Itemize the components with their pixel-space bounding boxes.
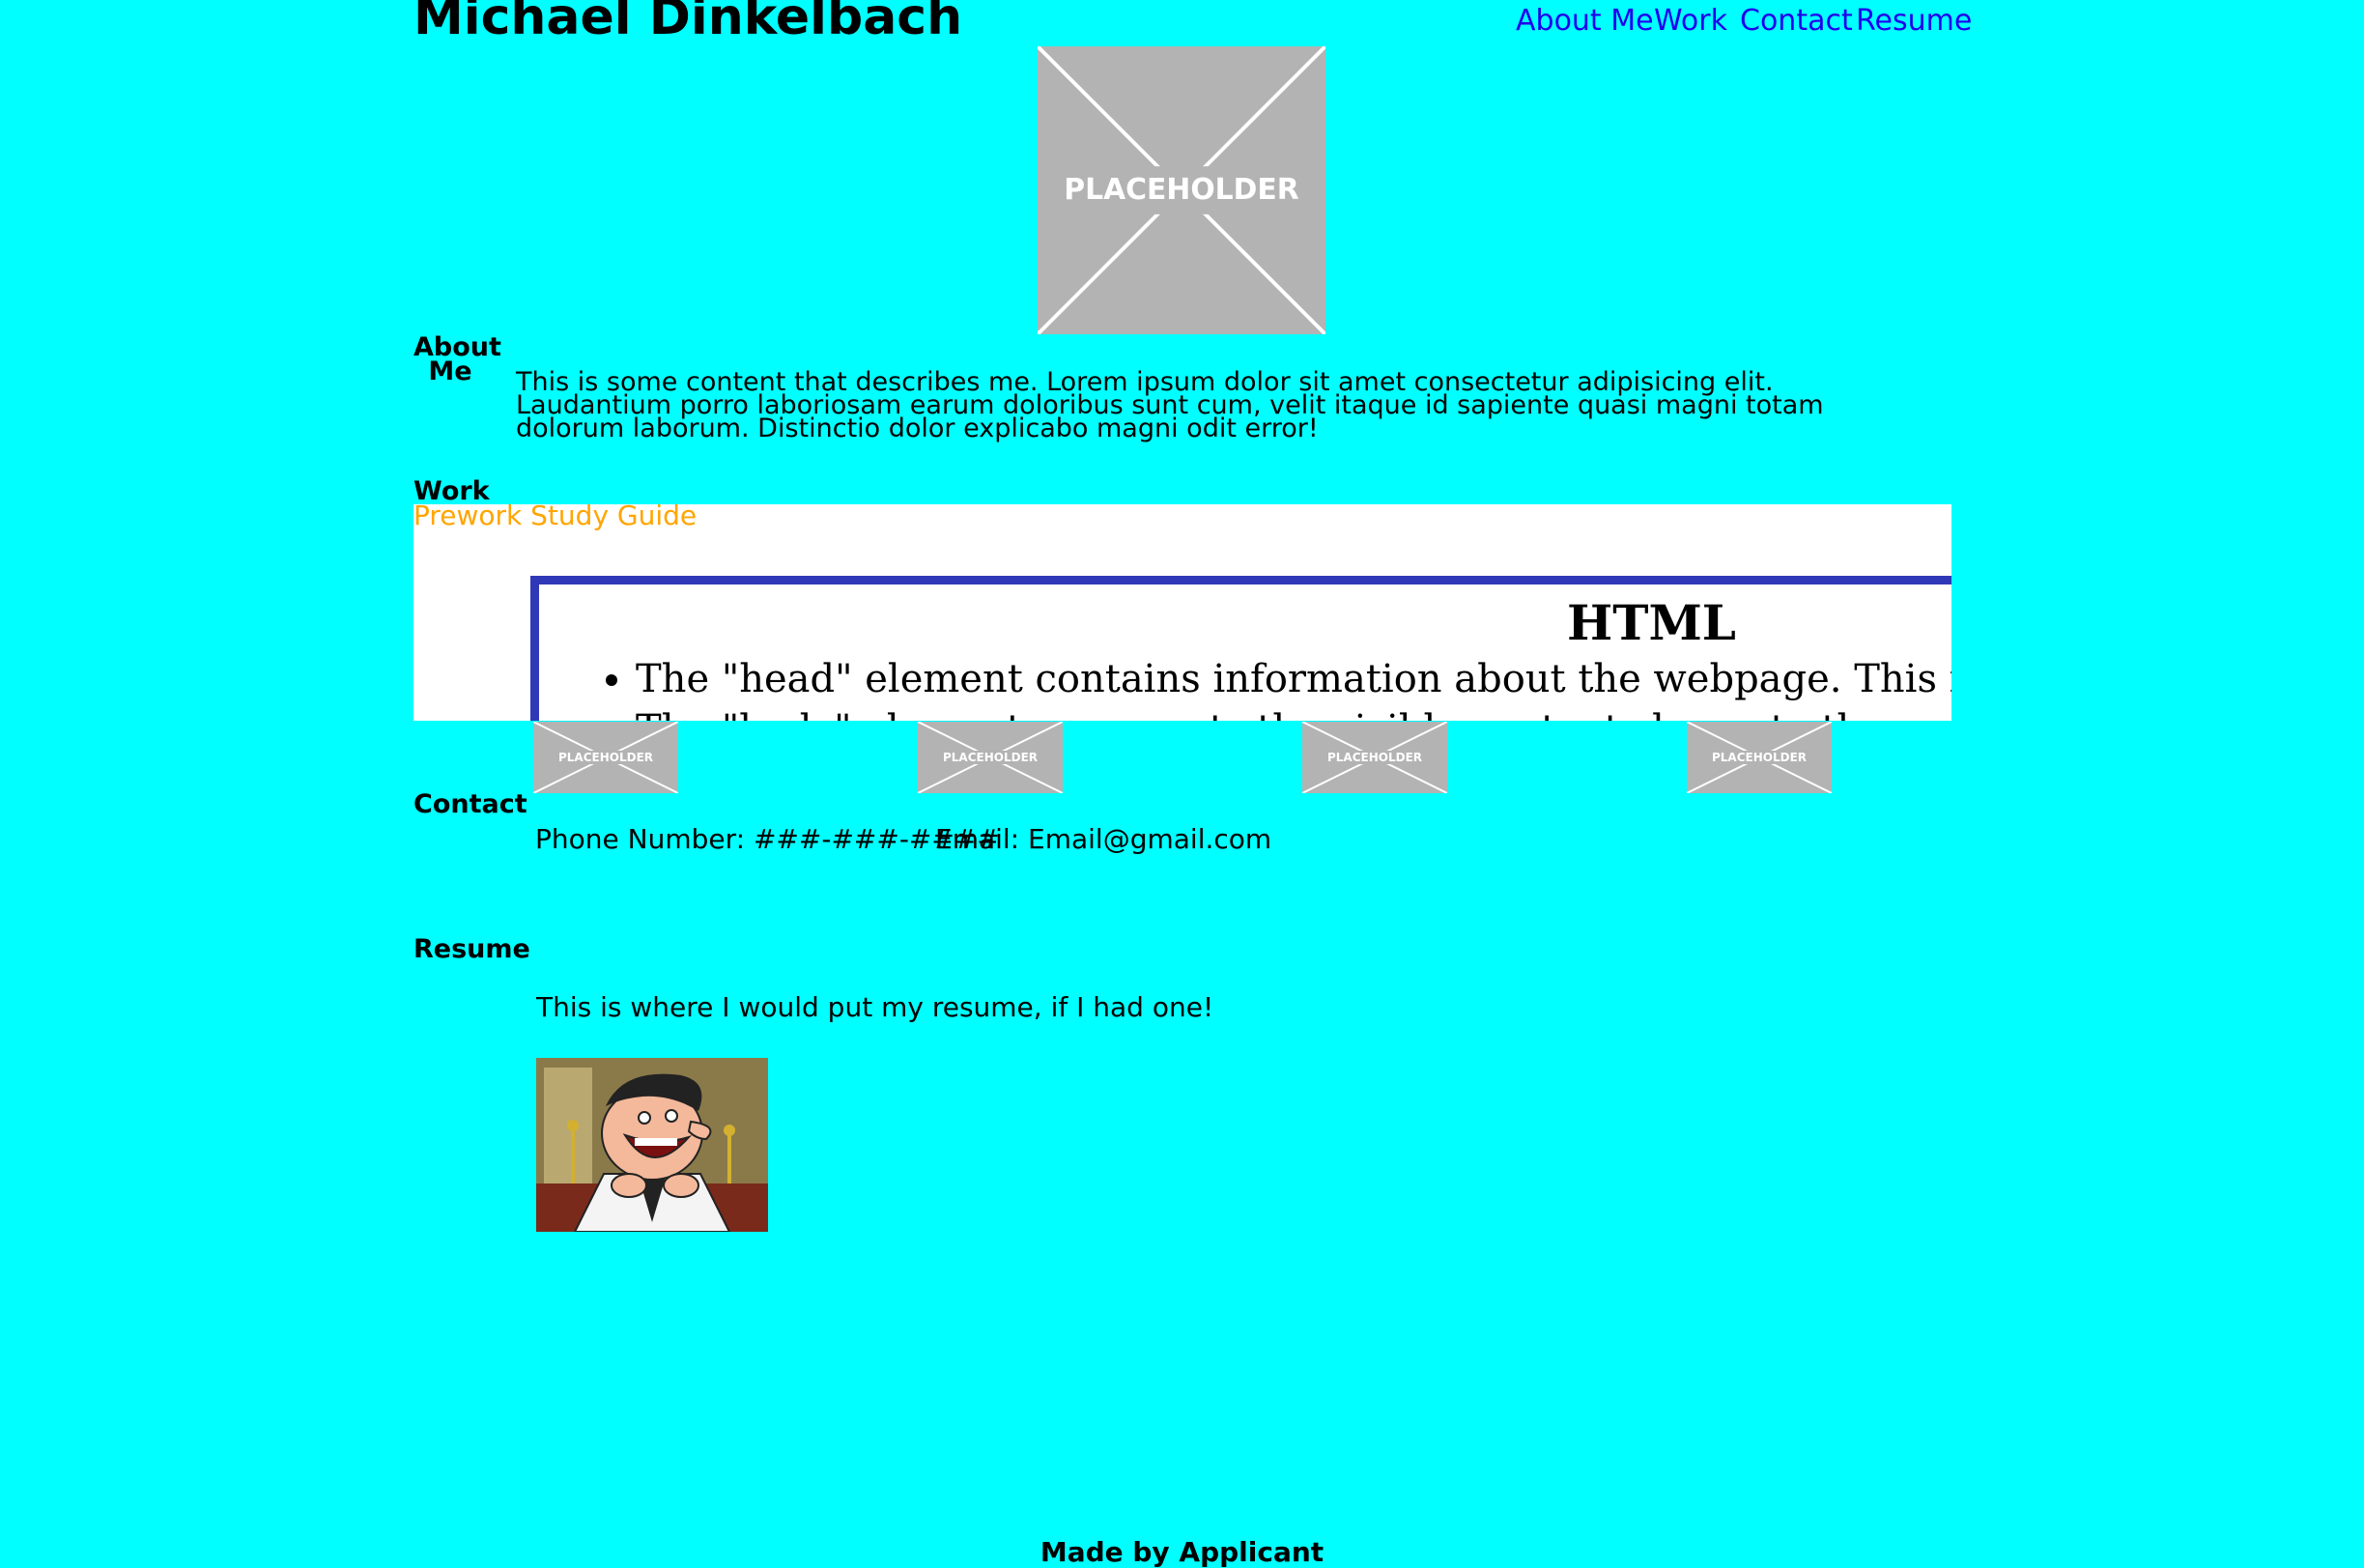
email-address: Email: Email@gmail.com xyxy=(935,823,1272,855)
preview-list-item: The "body" element represents the visibl… xyxy=(636,704,1951,721)
nav-work[interactable]: Work xyxy=(1654,4,1727,38)
work-preview-image[interactable]: HTML The "head" element contains informa… xyxy=(413,504,1951,721)
work-thumbnail-1[interactable]: PLACEHOLDER xyxy=(533,722,678,793)
preview-heading: HTML xyxy=(1567,594,1736,651)
prework-study-guide-link[interactable]: Prework Study Guide xyxy=(413,499,697,531)
site-title: Michael Dinkelbach xyxy=(413,0,963,46)
contact-heading: Contact xyxy=(413,789,527,819)
nav-resume[interactable]: Resume xyxy=(1856,4,1972,38)
resume-meme-image xyxy=(536,1058,768,1232)
work-thumbnail-2[interactable]: PLACEHOLDER xyxy=(918,722,1063,793)
about-heading-line-2: Me xyxy=(428,356,472,386)
placeholder-text: PLACEHOLDER xyxy=(1327,751,1422,764)
nav-contact[interactable]: Contact xyxy=(1740,4,1853,38)
about-me-heading: About Me xyxy=(413,334,501,386)
work-thumbnail-4[interactable]: PLACEHOLDER xyxy=(1687,722,1832,793)
about-me-text: This is some content that describes me. … xyxy=(516,367,1824,443)
footer-text: Made by Applicant xyxy=(1040,1536,1324,1568)
resume-text: This is where I would put my resume, if … xyxy=(536,991,1214,1023)
nav-about-me[interactable]: About Me xyxy=(1516,4,1654,38)
preview-panel: HTML The "head" element contains informa… xyxy=(530,576,1951,721)
work-thumbnail-3[interactable]: PLACEHOLDER xyxy=(1302,722,1447,793)
preview-list: The "head" element contains information … xyxy=(539,654,1951,721)
hero-placeholder-image: PLACEHOLDER xyxy=(1038,46,1325,334)
placeholder-text: PLACEHOLDER xyxy=(943,751,1038,764)
phone-number: Phone Number: ###-###-#### xyxy=(535,823,1000,855)
placeholder-text: PLACEHOLDER xyxy=(1064,173,1298,207)
placeholder-text: PLACEHOLDER xyxy=(558,751,653,764)
resume-heading: Resume xyxy=(413,934,530,964)
preview-list-item: The "head" element contains information … xyxy=(636,654,1951,704)
placeholder-text: PLACEHOLDER xyxy=(1712,751,1807,764)
